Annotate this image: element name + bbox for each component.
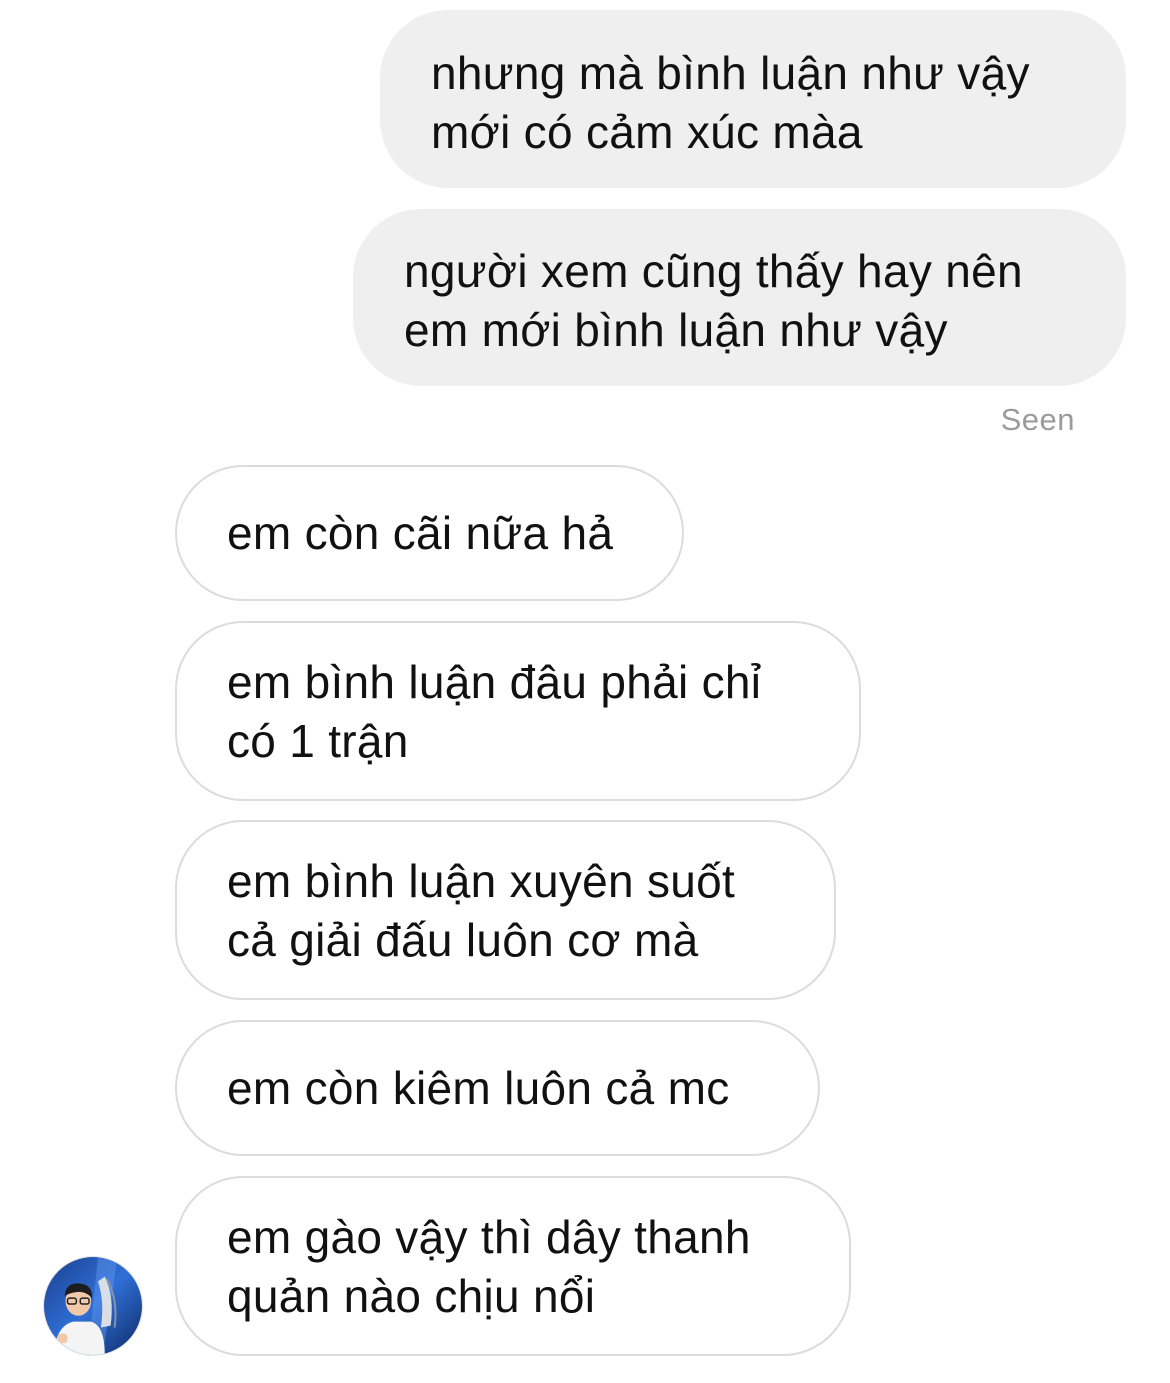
message-text-line: em bình luận đâu phải chỉ [227,656,762,708]
message-text-line: người xem cũng thấy hay nên [404,245,1023,297]
message-text-line: em còn cãi nữa hả [227,507,614,559]
received-message-bubble[interactable]: em bình luận đâu phải chỉ có 1 trận [175,621,861,801]
message-text-line: em còn kiêm luôn cả mc [227,1062,730,1114]
message-text-line: em bình luận xuyên suốt [227,855,736,907]
received-message-bubble[interactable]: em còn cãi nữa hả [175,465,684,601]
message-text-line: có 1 trận [227,715,409,767]
message-text-line: cả giải đấu luôn cơ mà [227,914,699,966]
message-text-line: em mới bình luận như vậy [404,304,948,356]
message-text-line: em gào vậy thì dây thanh [227,1211,751,1263]
message-text-line: mới có cảm xúc màa [431,106,863,158]
message-text-line: quản nào chịu nổi [227,1270,596,1322]
sent-message-bubble[interactable]: nhưng mà bình luận như vậy mới có cảm xú… [380,10,1126,188]
received-message-bubble[interactable]: em bình luận xuyên suốt cả giải đấu luôn… [175,820,836,1000]
received-message-bubble[interactable]: em còn kiêm luôn cả mc [175,1020,820,1156]
message-text-line: nhưng mà bình luận như vậy [431,47,1030,99]
seen-status: Seen [1000,402,1075,437]
avatar[interactable] [43,1256,143,1356]
received-message-bubble[interactable]: em gào vậy thì dây thanh quản nào chịu n… [175,1176,851,1356]
sent-message-bubble[interactable]: người xem cũng thấy hay nên em mới bình … [353,209,1126,386]
profile-photo-icon [44,1257,142,1355]
